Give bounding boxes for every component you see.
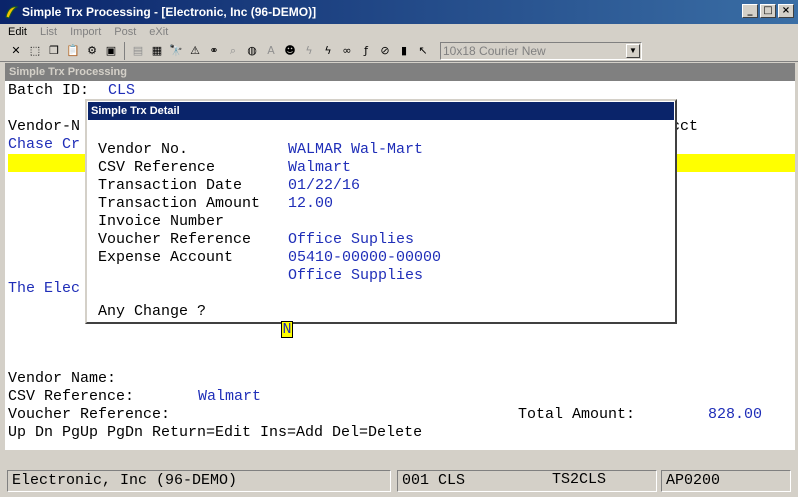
app-logo-icon xyxy=(5,6,19,19)
field-value[interactable]: WALMAR Wal-Mart xyxy=(288,141,423,159)
link-icon[interactable]: ∞ xyxy=(339,43,355,59)
help-line: Up Dn PgUp PgDn Return=Edit Ins=Add Del=… xyxy=(8,424,423,441)
menu-list[interactable]: List xyxy=(40,24,57,40)
select-icon[interactable]: ⬚ xyxy=(27,43,43,59)
vendor-header: Vendor-N xyxy=(8,118,81,135)
macro-icon[interactable]: ϟ xyxy=(320,43,336,59)
field-value[interactable]: Office Suplies xyxy=(288,231,414,249)
csv-reference-label: CSV Reference: xyxy=(8,388,135,405)
print-icon[interactable]: ▦ xyxy=(149,43,165,59)
zoom-icon[interactable]: ⌕ xyxy=(225,43,241,59)
inner-window-title[interactable]: Simple Trx Processing xyxy=(5,63,795,81)
properties-icon[interactable]: ▣ xyxy=(103,43,119,59)
electronic-row-text[interactable]: The Elec xyxy=(8,280,80,298)
chevron-down-icon[interactable]: ▼ xyxy=(626,43,640,58)
field-label: Transaction Amount xyxy=(98,195,261,212)
window-title-bar[interactable]: Simple Trx Processing - [Electronic, Inc… xyxy=(0,0,798,24)
field-label: CSV Reference xyxy=(98,159,216,176)
field-label: Transaction Date xyxy=(98,177,243,194)
user-icon[interactable]: ☻ xyxy=(282,43,298,59)
stop-icon[interactable]: ⊘ xyxy=(377,43,393,59)
close-button[interactable]: × xyxy=(778,4,794,18)
vendor-name-label: Vendor Name: xyxy=(8,370,117,387)
field-label: Expense Account xyxy=(98,249,234,266)
dialog-title[interactable]: Simple Trx Detail xyxy=(88,102,674,120)
maximize-button[interactable]: □ xyxy=(760,4,776,18)
help-pointer-icon[interactable]: ↖ xyxy=(415,43,431,59)
minimize-button[interactable]: _ xyxy=(742,4,758,18)
font-icon[interactable]: A xyxy=(263,43,279,59)
menu-import[interactable]: Import xyxy=(70,24,101,40)
simple-trx-detail-dialog: Simple Trx Detail Vendor No. WALMAR Wal-… xyxy=(85,99,677,338)
status-company: Electronic, Inc (96-DEMO) xyxy=(7,470,391,492)
copy-icon[interactable]: ❐ xyxy=(46,43,62,59)
find-icon[interactable]: 🔭 xyxy=(168,43,184,59)
menu-exit[interactable]: eXit xyxy=(149,24,168,40)
menu-edit[interactable]: Edit xyxy=(8,24,27,40)
lightning-icon[interactable]: ϟ xyxy=(301,43,317,59)
field-value[interactable]: 12.00 xyxy=(288,195,333,213)
field-value[interactable]: 01/22/16 xyxy=(288,177,360,195)
menu-bar: Edit List Import Post eXit xyxy=(0,24,798,40)
warning-icon[interactable]: ⚠ xyxy=(187,43,203,59)
status-code: AP0200 xyxy=(661,470,791,492)
field-value[interactable]: Office Supplies xyxy=(288,267,423,285)
chase-row-text[interactable]: Chase Cr xyxy=(8,136,80,154)
batch-value: CLS xyxy=(108,82,136,99)
toolbar: ✕ ⬚ ❐ 📋 ⚙ ▣ ▤ ▦ 🔭 ⚠ ⚭ ⌕ ◍ A ☻ ϟ ϟ ∞ ƒ ⊘ … xyxy=(0,40,798,62)
globe-icon[interactable]: ◍ xyxy=(244,43,260,59)
total-amount-label: Total Amount: xyxy=(518,406,636,423)
field-value[interactable]: Walmart xyxy=(288,159,351,177)
field-label: Voucher Reference xyxy=(98,231,252,248)
field-label: Invoice Number xyxy=(98,213,225,230)
batch-label: Batch ID: xyxy=(8,82,90,99)
status-bar: Electronic, Inc (96-DEMO) 001 CLS TS2CLS… xyxy=(0,467,798,497)
paste-icon[interactable]: 📋 xyxy=(65,43,81,59)
total-amount-value: 828.00 xyxy=(708,406,763,423)
field-value[interactable]: 05410-00000-00000 xyxy=(288,249,441,267)
font-select[interactable]: 10x18 Courier New ▼ xyxy=(440,41,642,60)
function-icon[interactable]: ƒ xyxy=(358,43,374,59)
font-select-value: 10x18 Courier New xyxy=(443,43,546,58)
notes-icon[interactable]: ▮ xyxy=(396,43,412,59)
window-title: Simple Trx Processing - [Electronic, Inc… xyxy=(22,5,317,19)
voucher-reference-label: Voucher Reference: xyxy=(8,406,171,423)
menu-post[interactable]: Post xyxy=(114,24,136,40)
status-program: TS2CLS xyxy=(552,471,607,488)
toolbar-separator xyxy=(124,41,125,60)
change-answer-input[interactable]: N xyxy=(281,321,294,338)
field-label: Vendor No. xyxy=(98,141,189,158)
csv-reference-value: Walmart xyxy=(198,388,262,405)
binoculars-icon[interactable]: ⚭ xyxy=(206,43,222,59)
change-prompt: Any Change ? xyxy=(98,303,207,320)
document-icon[interactable]: ▤ xyxy=(130,43,146,59)
dialog-body: Vendor No. WALMAR Wal-Mart CSV Reference… xyxy=(87,120,675,338)
cut-icon[interactable]: ✕ xyxy=(8,43,24,59)
settings-icon[interactable]: ⚙ xyxy=(84,43,100,59)
